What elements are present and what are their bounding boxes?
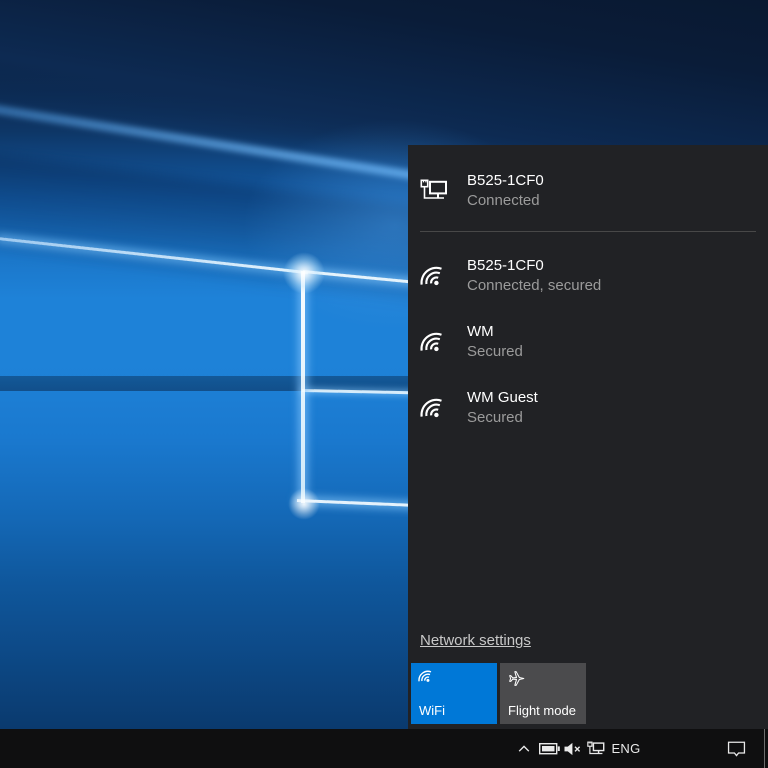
show-hidden-icons-button[interactable]	[514, 739, 534, 759]
tile-label: WiFi	[419, 703, 445, 718]
quick-action-tiles: WiFi Flight mode	[411, 663, 586, 724]
taskbar: ENG	[0, 729, 768, 768]
network-settings-link[interactable]: Network settings	[420, 631, 531, 651]
network-name: WM Guest	[467, 388, 538, 408]
tile-label: Flight mode	[508, 703, 576, 718]
action-center-icon[interactable]	[724, 738, 748, 760]
network-name: B525-1CF0	[467, 256, 601, 276]
wifi-network-item[interactable]: WM Guest Secured	[408, 380, 768, 436]
network-status: Secured	[467, 408, 538, 428]
wallpaper-window-edge	[301, 271, 305, 503]
ethernet-icon	[420, 179, 450, 203]
language-indicator[interactable]: ENG	[611, 739, 641, 759]
flight-mode-toggle-tile[interactable]: Flight mode	[500, 663, 586, 724]
network-name: WM	[467, 322, 523, 342]
wifi-network-item[interactable]: B525-1CF0 Connected, secured	[408, 248, 768, 304]
wifi-icon	[420, 396, 450, 421]
battery-icon[interactable]	[537, 739, 561, 759]
network-status: Secured	[467, 342, 523, 362]
flyout-divider	[420, 231, 756, 232]
network-name: B525-1CF0	[467, 171, 544, 191]
wifi-network-item[interactable]: WM Secured	[408, 314, 768, 370]
wifi-icon	[418, 669, 435, 684]
wifi-toggle-tile[interactable]: WiFi	[411, 663, 497, 724]
network-item-ethernet[interactable]: B525-1CF0 Connected	[408, 163, 768, 219]
wifi-icon	[420, 264, 450, 289]
chevron-up-icon	[517, 742, 531, 756]
show-desktop-strip[interactable]	[764, 729, 768, 768]
wallpaper-glow	[283, 252, 325, 294]
network-flyout: B525-1CF0 Connected B525-1CF0 Connected,	[408, 145, 768, 729]
desktop: B525-1CF0 Connected B525-1CF0 Connected,	[0, 0, 768, 768]
wallpaper-glow	[288, 488, 320, 520]
network-tray-icon[interactable]	[585, 739, 606, 759]
network-status: Connected	[467, 191, 544, 211]
network-status: Connected, secured	[467, 276, 601, 296]
flight-mode-icon	[507, 669, 526, 688]
wifi-icon	[420, 330, 450, 355]
wallpaper-window-band	[0, 376, 430, 391]
volume-muted-icon[interactable]	[561, 739, 582, 759]
